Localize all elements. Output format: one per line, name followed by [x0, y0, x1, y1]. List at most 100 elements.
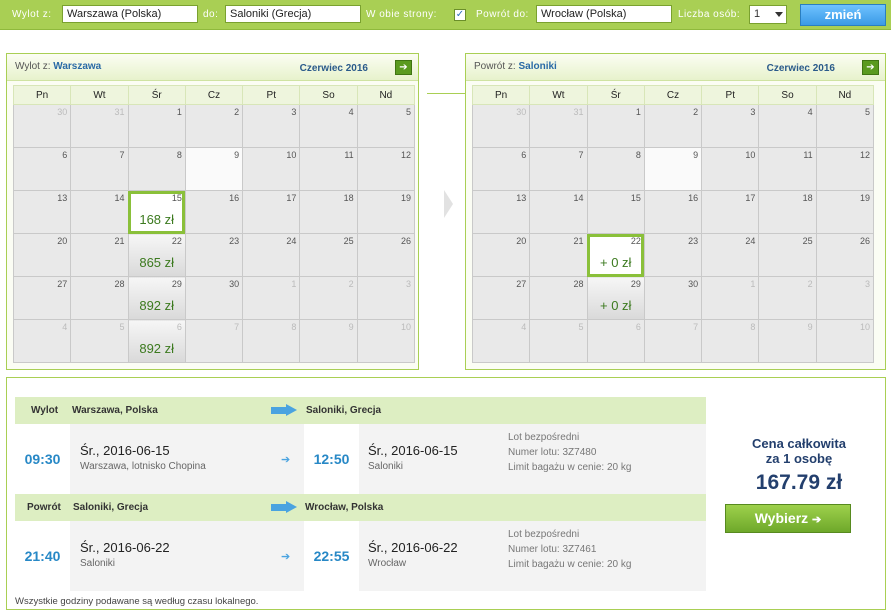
day-number: 12	[400, 150, 411, 160]
return-day-cell: 6	[471, 147, 531, 191]
return-calendar-grid: Pn Wt Śr Cz Pt So Nd 30 31 1 2 3 4 5 6 7 8 9 10 11 12 13 14 15 1…	[471, 85, 875, 363]
day-number: 30	[516, 107, 527, 117]
next-month-arrow-icon[interactable]: ➔	[395, 60, 412, 75]
select-button[interactable]: Wybierz ➔	[725, 504, 851, 533]
persons-label: Liczba osób:	[678, 9, 741, 20]
day-number: 7	[693, 322, 699, 332]
outbound-day-cell: 10	[242, 147, 301, 191]
day-number: 8	[750, 322, 756, 332]
day-number: 9	[234, 150, 240, 160]
day-number: 2	[348, 279, 354, 289]
day-number: 30	[229, 279, 240, 289]
return-day-cell: 31	[529, 104, 588, 148]
total-price: 167.79 zł	[755, 471, 843, 494]
day-number: 17	[745, 193, 756, 203]
to-input[interactable]: Saloniki (Grecja)	[225, 5, 361, 23]
day-number: 8	[176, 150, 182, 160]
return-day-cell: 1	[586, 104, 645, 148]
select-button-label: Wybierz	[754, 510, 809, 526]
from-input[interactable]: Warszawa (Polska)	[62, 5, 198, 23]
day-number: 10	[286, 150, 297, 160]
return-day-cell: 7	[643, 319, 703, 363]
day-number: 5	[405, 107, 411, 117]
outbound-baggage: Limit bagażu w cenie: 20 kg	[508, 462, 632, 473]
day-price: 892 zł	[139, 298, 175, 313]
return-day-cell: 30	[471, 104, 531, 148]
day-number: 29	[630, 279, 641, 289]
outbound-calendar-city: Warszawa	[53, 61, 102, 72]
return-day-cell: 2	[758, 276, 817, 320]
day-number: 1	[635, 107, 641, 117]
change-button[interactable]: zmień	[800, 4, 886, 26]
day-number: 31	[114, 107, 125, 117]
outbound-day-cell: 8	[242, 319, 301, 363]
persons-value: 1	[754, 8, 761, 20]
return-calendar-city: Saloniki	[518, 61, 557, 72]
day-number: 26	[859, 236, 870, 246]
return-day-cell: 4	[758, 104, 817, 148]
day-number: 18	[802, 193, 813, 203]
persons-select[interactable]: 1	[749, 5, 787, 24]
day-price: 168 zł	[139, 212, 175, 227]
outbound-day-cell: 17	[242, 190, 301, 234]
flight-summary: Wylot Warszawa, Polska Saloniki, Grecja …	[6, 377, 886, 610]
return-flight-row: 21:40 Śr., 2016-06-22 Saloniki ➔ 22:55 Ś…	[15, 521, 706, 591]
return-day-cell: 2	[643, 104, 703, 148]
next-month-arrow-icon[interactable]: ➔	[862, 60, 879, 75]
return-day-cell: 23	[643, 233, 703, 277]
both-ways-checkbox[interactable]: ✓	[454, 9, 466, 21]
return-day-cell: 8	[701, 319, 760, 363]
outbound-day-cell: 7	[184, 319, 244, 363]
weekday-header: Cz	[184, 85, 244, 105]
day-number: 20	[516, 236, 527, 246]
return-day-cell: 28	[529, 276, 588, 320]
day-number: 26	[400, 236, 411, 246]
day-number: 15	[630, 193, 641, 203]
weekday-header: Nd	[356, 85, 416, 105]
day-number: 4	[348, 107, 354, 117]
return-day-cell: 21	[529, 233, 588, 277]
outbound-day-cell[interactable]: 15 168 zł	[127, 190, 186, 234]
outbound-day-cell: 4	[12, 319, 72, 363]
day-number: 2	[693, 107, 699, 117]
outbound-day-cell: 4	[299, 104, 358, 148]
outbound-week-row: 13 14 15 168 zł 16 17 18 19	[12, 190, 416, 234]
return-day-cell[interactable]: 22 + 0 zł	[586, 233, 645, 277]
outbound-day-cell: 2	[184, 104, 244, 148]
day-number: 30	[688, 279, 699, 289]
day-price: 865 zł	[139, 255, 175, 270]
day-number: 24	[745, 236, 756, 246]
outbound-day-cell: 21	[70, 233, 129, 277]
return-dep-place: Saloniki	[80, 558, 116, 569]
day-number: 11	[803, 150, 813, 160]
return-day-cell: 9	[643, 147, 703, 191]
day-number: 2	[234, 107, 240, 117]
return-week-row: 20 21 22 + 0 zł 23 24 25 26	[471, 233, 875, 277]
return-calendar-month: Czerwiec 2016	[766, 63, 835, 74]
day-number: 15	[171, 193, 182, 203]
return-day-cell: 3	[701, 104, 760, 148]
price-label-line2: za 1 osobę	[765, 451, 833, 466]
return-day-cell: 27	[471, 276, 531, 320]
return-arr-date: Śr., 2016-06-22	[368, 540, 458, 555]
day-number: 4	[807, 107, 813, 117]
weekday-header: Śr	[127, 85, 186, 105]
day-number: 1	[291, 279, 297, 289]
outbound-day-cell[interactable]: 29 892 zł	[127, 276, 186, 320]
weekday-header: Pn	[12, 85, 72, 105]
return-day-cell: 6	[586, 319, 645, 363]
outbound-week-row: 6 7 8 9 10 11 12	[12, 147, 416, 191]
outbound-day-cell: 3	[356, 276, 416, 320]
return-day-cell[interactable]: 29 + 0 zł	[586, 276, 645, 320]
day-number: 12	[859, 150, 870, 160]
outbound-day-cell[interactable]: 6 892 zł	[127, 319, 186, 363]
return-direct: Lot bezpośredni	[508, 529, 580, 540]
day-number: 1	[750, 279, 756, 289]
day-number: 29	[171, 279, 182, 289]
day-number: 4	[62, 322, 68, 332]
outbound-day-cell[interactable]: 22 865 zł	[127, 233, 186, 277]
arrow-right-icon: ➔	[281, 454, 291, 466]
return-day-cell: 4	[471, 319, 531, 363]
return-input[interactable]: Wrocław (Polska)	[536, 5, 672, 23]
day-number: 8	[635, 150, 641, 160]
